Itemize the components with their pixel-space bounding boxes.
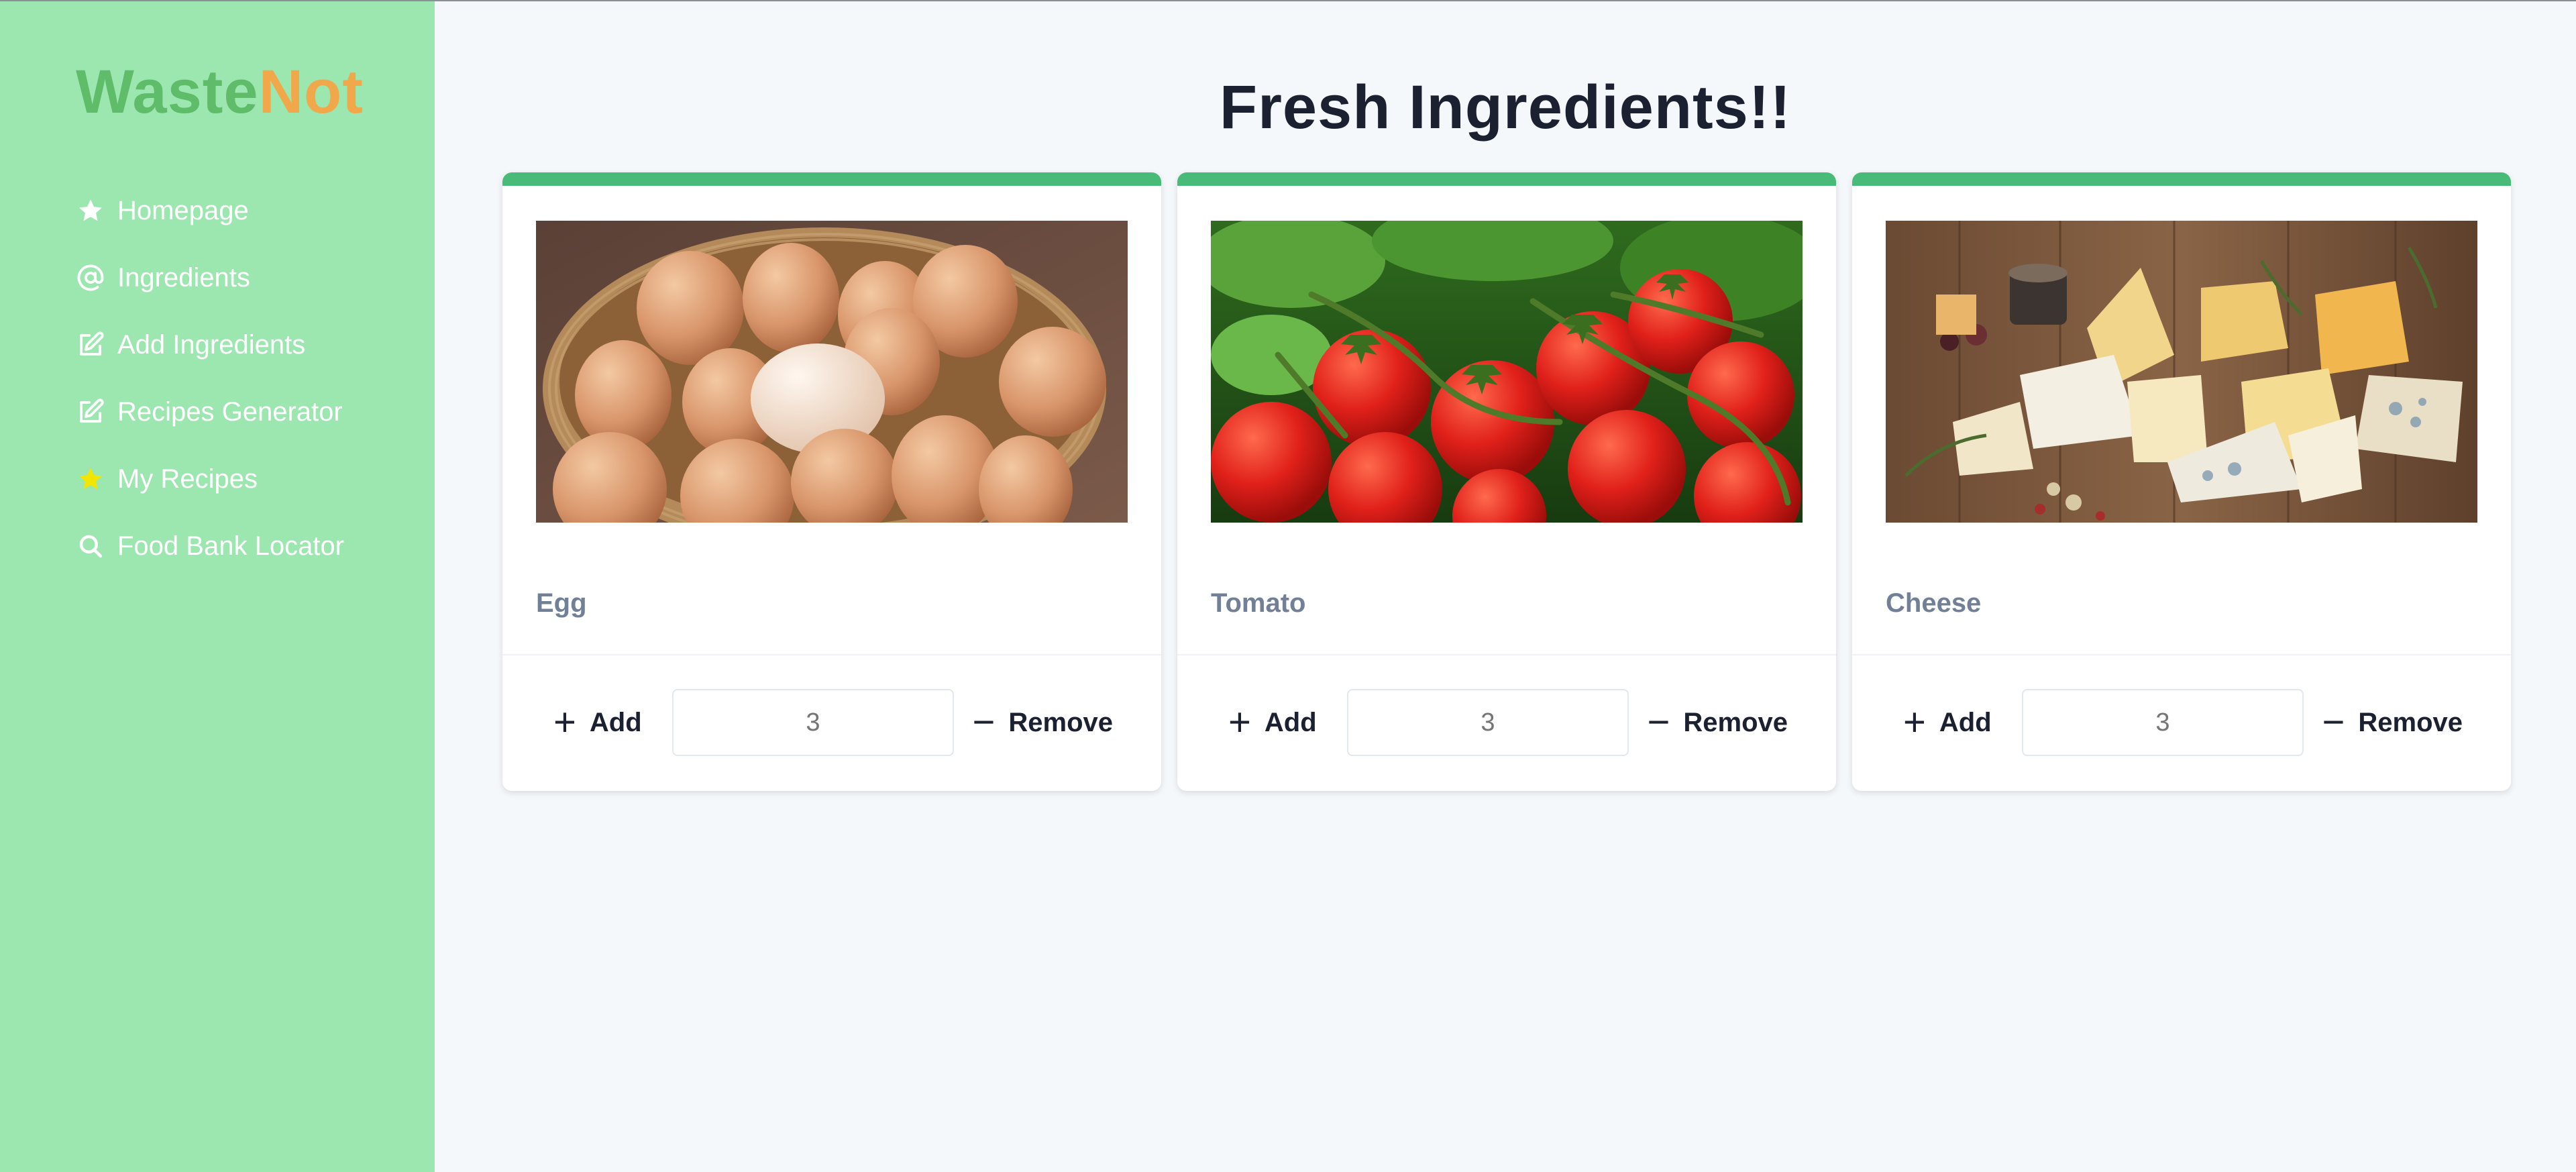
quantity-input[interactable] <box>1347 689 1629 756</box>
eggs-in-basket-image <box>536 221 1128 523</box>
ingredient-card-tomato: Tomato + Add − Remove <box>1177 172 1836 791</box>
sidebar-item-label: Add Ingredients <box>117 329 306 360</box>
cheese-assortment-image <box>1886 221 2477 523</box>
ingredient-card-egg: Egg + Add − Remove <box>502 172 1161 791</box>
card-accent-bar <box>502 172 1161 186</box>
app-logo[interactable]: WasteNot <box>76 55 364 129</box>
edit-icon <box>76 397 105 427</box>
add-button[interactable]: + Add <box>549 689 646 756</box>
sidebar: WasteNot Homepage Ingredients Add Ingred… <box>0 1 435 1172</box>
card-divider <box>1177 654 1836 655</box>
remove-button[interactable]: − Remove <box>1644 689 1792 756</box>
card-divider <box>1852 654 2511 655</box>
search-icon <box>76 531 105 561</box>
card-accent-bar <box>1852 172 2511 186</box>
quantity-input[interactable] <box>2022 689 2304 756</box>
sidebar-item-recipes-generator[interactable]: Recipes Generator <box>76 378 344 445</box>
plus-icon: + <box>553 700 576 744</box>
card-actions: + Add − Remove <box>1852 689 2511 756</box>
card-accent-bar <box>1177 172 1836 186</box>
remove-button[interactable]: − Remove <box>969 689 1118 756</box>
minus-icon: − <box>2322 700 2345 744</box>
sidebar-item-label: Recipes Generator <box>117 396 343 427</box>
quantity-input[interactable] <box>672 689 954 756</box>
ingredient-name: Cheese <box>1886 588 1982 618</box>
edit-icon <box>76 330 105 360</box>
minus-icon: − <box>972 700 996 744</box>
ingredient-name: Egg <box>536 588 587 618</box>
sidebar-item-label: Ingredients <box>117 262 250 292</box>
sidebar-nav: Homepage Ingredients Add Ingredients Rec… <box>76 177 344 580</box>
star-icon <box>76 196 105 225</box>
at-sign-icon <box>76 263 105 292</box>
add-button[interactable]: + Add <box>1224 689 1321 756</box>
tomatoes-on-vine-image <box>1211 221 1803 523</box>
sidebar-item-my-recipes[interactable]: My Recipes <box>76 445 344 513</box>
sidebar-item-label: Food Bank Locator <box>117 531 344 561</box>
sidebar-item-food-bank-locator[interactable]: Food Bank Locator <box>76 513 344 580</box>
card-divider <box>502 654 1161 655</box>
card-actions: + Add − Remove <box>1177 689 1836 756</box>
sidebar-item-label: Homepage <box>117 195 249 225</box>
yellow-star-icon <box>76 464 105 494</box>
sidebar-item-label: My Recipes <box>117 464 258 494</box>
remove-button[interactable]: − Remove <box>2318 689 2467 756</box>
sidebar-item-ingredients[interactable]: Ingredients <box>76 244 344 311</box>
ingredient-name: Tomato <box>1211 588 1306 618</box>
minus-icon: − <box>1647 700 1670 744</box>
plus-icon: + <box>1903 700 1926 744</box>
ingredient-card-cheese: Cheese + Add − Remove <box>1852 172 2511 791</box>
add-button[interactable]: + Add <box>1899 689 1996 756</box>
sidebar-item-add-ingredients[interactable]: Add Ingredients <box>76 311 344 378</box>
card-actions: + Add − Remove <box>502 689 1161 756</box>
plus-icon: + <box>1228 700 1251 744</box>
page-title: Fresh Ingredients!! <box>1219 73 1792 142</box>
sidebar-item-homepage[interactable]: Homepage <box>76 177 344 244</box>
